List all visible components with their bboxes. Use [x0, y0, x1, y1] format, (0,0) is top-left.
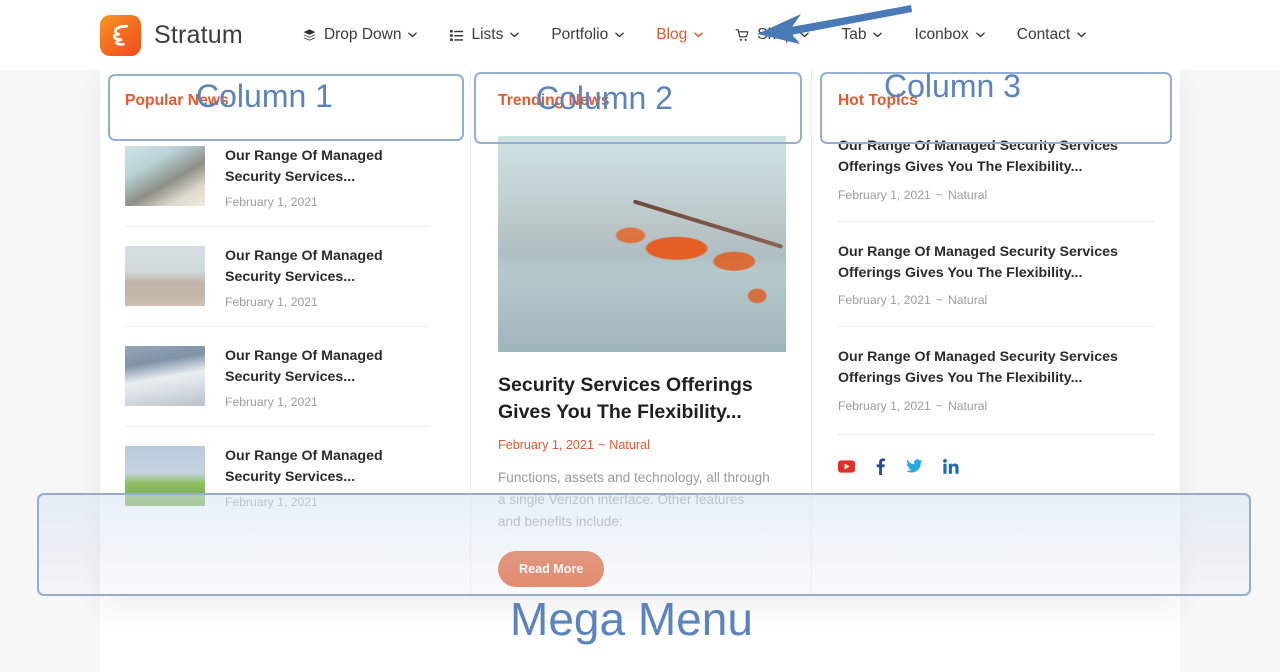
- post-meta: February 1, 2021 ~ Natural: [838, 399, 1154, 413]
- chevron-down-icon: [694, 31, 704, 41]
- feature-post-date: February 1, 2021: [498, 438, 594, 453]
- social-links: [838, 433, 1154, 475]
- post-title[interactable]: Our Range Of Managed Security Services O…: [838, 347, 1154, 390]
- feature-post-title[interactable]: Security Services Offerings Gives You Th…: [498, 372, 785, 425]
- chevron-down-icon: [510, 31, 520, 41]
- post-date: February 1, 2021: [225, 395, 318, 410]
- chevron-down-icon: [873, 31, 883, 41]
- post-body: Our Range Of Managed Security Services..…: [225, 246, 430, 309]
- rocks-beach-thumb: [125, 146, 205, 206]
- screenshot-root: Stratum Drop Down Lists Portfolio Blog S…: [0, 0, 1280, 672]
- post-date: February 1, 2021: [838, 187, 931, 202]
- chevron-down-icon: [1077, 31, 1086, 41]
- brand-name: Stratum: [154, 20, 243, 49]
- column2-title: Trending News: [498, 92, 610, 109]
- post-category[interactable]: Natural: [948, 293, 987, 307]
- list-item[interactable]: Our Range Of Managed Security Services..…: [125, 426, 430, 526]
- nav-item-portfolio[interactable]: Portfolio: [535, 0, 640, 70]
- chevron-down-icon: [408, 31, 418, 41]
- list-icon: [449, 28, 464, 43]
- lifeguard-tower-thumb: [125, 246, 205, 307]
- mega-menu-column-3: Hot Topics Our Range Of Managed Security…: [812, 70, 1180, 595]
- cart-icon: [735, 28, 750, 43]
- mega-menu-column-1: Popular News Our Range Of Managed Securi…: [100, 70, 470, 595]
- brand[interactable]: Stratum: [100, 14, 243, 56]
- chevron-down-icon: [615, 31, 624, 41]
- post-meta: February 1, 2021 ~ Natural: [838, 188, 1154, 202]
- header-inner: Stratum Drop Down Lists Portfolio Blog S…: [100, 0, 1180, 70]
- youtube-icon[interactable]: [838, 460, 855, 473]
- nav-item-drop-down[interactable]: Drop Down: [286, 0, 434, 70]
- nav-item-shop[interactable]: Shop: [719, 0, 825, 70]
- post-title[interactable]: Our Range Of Managed Security Services O…: [838, 242, 1154, 285]
- mega-menu-column-2: Trending News Security Services Offering…: [470, 70, 812, 595]
- layers-icon: [302, 28, 317, 43]
- list-item[interactable]: Our Range Of Managed Security Services O…: [838, 326, 1154, 432]
- nav-label: Tab: [841, 26, 867, 43]
- list-item[interactable]: Our Range Of Managed Security Services..…: [125, 226, 430, 326]
- post-title[interactable]: Our Range Of Managed Security Services..…: [225, 346, 430, 388]
- feature-post-category[interactable]: Natural: [609, 438, 650, 452]
- stratum-logo-icon: [100, 14, 141, 56]
- twitter-icon[interactable]: [906, 459, 923, 473]
- post-body: Our Range Of Managed Security Services..…: [225, 446, 430, 509]
- nav-item-blog[interactable]: Blog: [640, 0, 719, 70]
- nav-item-tab[interactable]: Tab: [825, 0, 898, 70]
- list-item[interactable]: Our Range Of Managed Security Services..…: [125, 136, 430, 226]
- post-meta: February 1, 2021 ~ Natural: [838, 293, 1154, 307]
- facebook-icon[interactable]: [875, 458, 886, 475]
- linkedin-icon[interactable]: [943, 458, 959, 474]
- post-category[interactable]: Natural: [948, 399, 987, 413]
- meta-separator: ~: [935, 187, 943, 202]
- nav-item-iconbox[interactable]: Iconbox: [898, 0, 1000, 70]
- nav-item-lists[interactable]: Lists: [433, 0, 535, 70]
- post-date: February 1, 2021: [225, 195, 318, 210]
- list-item[interactable]: Our Range Of Managed Security Services O…: [838, 136, 1154, 221]
- nav-label: Lists: [471, 26, 504, 43]
- post-date: February 1, 2021: [838, 293, 931, 308]
- meta-separator: ~: [935, 293, 943, 308]
- nav-label: Shop: [757, 26, 794, 43]
- autumn-branch-lake-image[interactable]: [498, 136, 786, 352]
- post-title[interactable]: Our Range Of Managed Security Services O…: [838, 136, 1154, 179]
- mountain-clouds-thumb: [125, 346, 205, 407]
- post-date: February 1, 2021: [838, 398, 931, 413]
- palm-leaf-thumb: [125, 446, 205, 507]
- post-category[interactable]: Natural: [948, 188, 987, 202]
- nav-label: Blog: [656, 26, 688, 43]
- nav-label: Drop Down: [323, 26, 402, 43]
- feature-post-excerpt: Functions, assets and technology, all th…: [498, 470, 770, 530]
- chevron-down-icon: [800, 31, 810, 41]
- nav-label: Iconbox: [914, 26, 969, 43]
- chevron-down-icon: [975, 31, 985, 41]
- column1-title: Popular News: [125, 92, 229, 109]
- column3-title: Hot Topics: [838, 92, 918, 109]
- list-item[interactable]: Our Range Of Managed Security Services O…: [838, 220, 1154, 327]
- post-title[interactable]: Our Range Of Managed Security Services..…: [225, 446, 430, 488]
- meta-separator: ~: [935, 398, 943, 413]
- nav-label: Contact: [1016, 26, 1071, 43]
- post-date: February 1, 2021: [225, 495, 318, 510]
- feature-post-meta: February 1, 2021 ~ Natural: [498, 438, 785, 452]
- post-body: Our Range Of Managed Security Services..…: [225, 346, 430, 409]
- nav-item-contact[interactable]: Contact: [1001, 0, 1102, 70]
- post-title[interactable]: Our Range Of Managed Security Services..…: [225, 146, 430, 188]
- post-date: February 1, 2021: [225, 295, 318, 310]
- blog-mega-menu-panel: Popular News Our Range Of Managed Securi…: [100, 70, 1180, 595]
- post-title[interactable]: Our Range Of Managed Security Services..…: [225, 246, 430, 288]
- nav-label: Portfolio: [551, 26, 609, 43]
- read-more-button[interactable]: Read More: [498, 551, 605, 588]
- post-body: Our Range Of Managed Security Services..…: [225, 146, 430, 209]
- meta-separator: ~: [597, 438, 606, 453]
- list-item[interactable]: Our Range Of Managed Security Services..…: [125, 326, 430, 426]
- main-nav: Drop Down Lists Portfolio Blog Shop Tab …: [286, 0, 1102, 70]
- site-header: Stratum Drop Down Lists Portfolio Blog S…: [0, 0, 1280, 70]
